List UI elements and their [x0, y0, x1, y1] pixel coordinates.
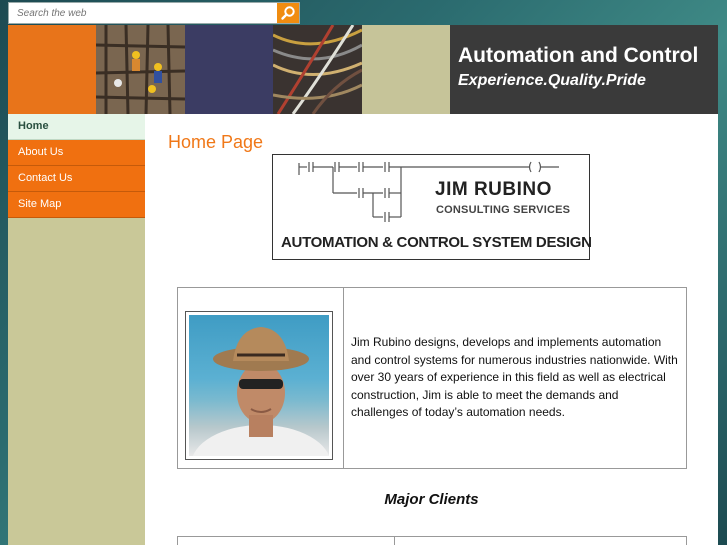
- nav-item-home[interactable]: Home: [8, 114, 145, 140]
- search-input[interactable]: [9, 3, 277, 23]
- nav-item-label: Home: [18, 120, 49, 132]
- clients-heading: Major Clients: [384, 491, 479, 508]
- nav-item-contact-us[interactable]: Contact Us: [8, 166, 145, 192]
- banner-title-block: Automation and Control Experience.Qualit…: [450, 25, 718, 114]
- about-table: Jim Rubino designs, develops and impleme…: [177, 287, 687, 469]
- company-logo: JIM RUBINO CONSULTING SERVICES AUTOMATIO…: [272, 154, 592, 260]
- search-button[interactable]: [277, 3, 299, 23]
- banner-khaki-tile: [362, 25, 450, 114]
- logo-tagline: AUTOMATION & CONTROL SYSTEM DESIGN: [281, 234, 592, 251]
- banner-navy-tile: [185, 25, 273, 114]
- banner-photo-workers: [96, 25, 185, 114]
- site-slogan: Experience.Quality.Pride: [458, 72, 646, 89]
- banner-orange-tile: [8, 25, 96, 114]
- nav-item-label: About Us: [18, 146, 64, 158]
- search-icon: [281, 6, 295, 20]
- search-bar: [8, 2, 300, 24]
- photo-cell: [178, 288, 344, 468]
- profile-photo: [185, 311, 333, 460]
- header-banner: Automation and Control Experience.Qualit…: [8, 25, 718, 114]
- site-title: Automation and Control: [458, 44, 699, 67]
- sidebar: Home About Us Contact Us Site Map: [8, 114, 145, 545]
- nav-item-label: Site Map: [18, 198, 62, 210]
- table-divider: [394, 537, 395, 545]
- main-content: Home Page JIM RUBINO CONSULTING SERVICES…: [145, 114, 718, 545]
- nav-item-label: Contact Us: [18, 172, 73, 184]
- about-text: Jim Rubino designs, develops and impleme…: [351, 335, 678, 420]
- about-text-cell: Jim Rubino designs, develops and impleme…: [344, 288, 686, 468]
- clients-table: [177, 536, 687, 545]
- nav-item-site-map[interactable]: Site Map: [8, 192, 145, 218]
- page-title: Home Page: [168, 132, 264, 152]
- logo-subtitle: CONSULTING SERVICES: [436, 204, 571, 216]
- logo-name: JIM RUBINO: [435, 179, 552, 200]
- banner-photo-cables: [273, 25, 362, 114]
- nav-item-about-us[interactable]: About Us: [8, 140, 145, 166]
